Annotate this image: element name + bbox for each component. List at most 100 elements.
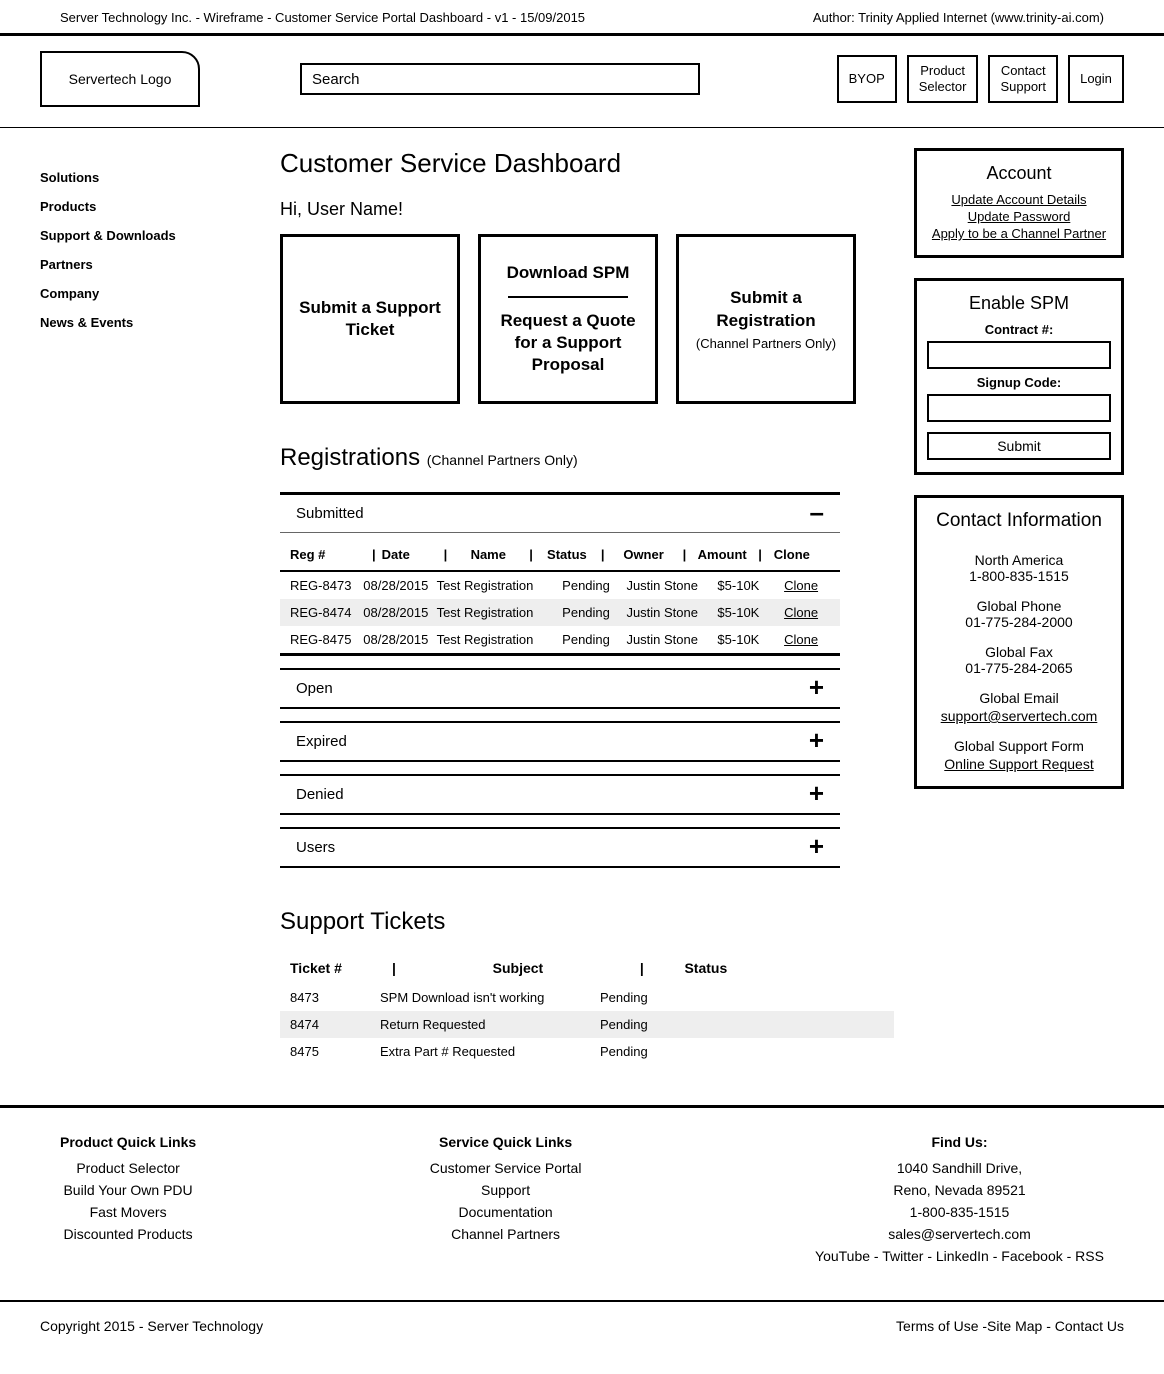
product-selector-button[interactable]: Product Selector: [907, 55, 979, 102]
login-button[interactable]: Login: [1068, 55, 1124, 102]
expired-header[interactable]: Expired+: [280, 723, 840, 760]
address-phone: 1-800-835-1515: [815, 1204, 1104, 1220]
download-spm-label: Download SPM: [507, 262, 630, 284]
greeting: Hi, User Name!: [280, 199, 894, 220]
contact-fax: 01-775-284-2065: [927, 660, 1111, 676]
footer-link[interactable]: Channel Partners: [430, 1226, 582, 1242]
sidebar-item-partners[interactable]: Partners: [40, 257, 280, 272]
contact-global-phone-label: Global Phone: [927, 598, 1111, 614]
apply-partner-link[interactable]: Apply to be a Channel Partner: [927, 226, 1111, 241]
footer-link[interactable]: Product Selector: [60, 1160, 196, 1176]
contact-info-title: Contact Information: [927, 510, 1111, 532]
tickets-title: Support Tickets: [280, 908, 894, 936]
copyright: Copyright 2015 - Server Technology: [40, 1318, 263, 1334]
users-header[interactable]: Users+: [280, 829, 840, 866]
sidebar: Solutions Products Support & Downloads P…: [40, 148, 280, 1065]
footer-link[interactable]: Build Your Own PDU: [60, 1182, 196, 1198]
contact-email[interactable]: support@servertech.com: [927, 708, 1111, 724]
minus-icon: –: [810, 505, 824, 522]
enable-spm-panel: Enable SPM Contract #: Signup Code: Subm…: [914, 278, 1124, 475]
registrations-subtitle: (Channel Partners Only): [427, 452, 578, 468]
footer-link[interactable]: Customer Service Portal: [430, 1160, 582, 1176]
plus-icon: +: [809, 786, 824, 803]
contact-form-label: Global Support Form: [927, 738, 1111, 754]
contact-na: North America: [927, 552, 1111, 568]
contact-fax-label: Global Fax: [927, 644, 1111, 660]
update-account-link[interactable]: Update Account Details: [927, 192, 1111, 207]
logo[interactable]: Servertech Logo: [40, 51, 200, 107]
submit-button[interactable]: Submit: [927, 432, 1111, 460]
submit-registration-card[interactable]: Submit a Registration (Channel Partners …: [676, 234, 856, 404]
contact-support-button[interactable]: Contact Support: [988, 55, 1058, 102]
contract-label: Contract #:: [927, 322, 1111, 337]
contact-form-link[interactable]: Online Support Request: [927, 756, 1111, 772]
code-input[interactable]: [927, 394, 1111, 422]
service-quick-links-title: Service Quick Links: [430, 1134, 582, 1150]
table-row: REG-8474 08/28/2015 Test Registration Pe…: [280, 599, 840, 626]
contact-info-panel: Contact Information North America 1-800-…: [914, 495, 1124, 789]
table-row: 8475 Extra Part # Requested Pending: [280, 1038, 894, 1065]
submitted-label: Submitted: [296, 505, 364, 522]
contact-global-phone: 01-775-284-2000: [927, 614, 1111, 630]
th-owner: Owner: [611, 547, 677, 562]
th-date: Date: [382, 547, 438, 562]
product-quick-links-title: Product Quick Links: [60, 1134, 196, 1150]
request-quote-label: Request a Quote for a Support Proposal: [491, 310, 645, 376]
submit-reg-sub: (Channel Partners Only): [696, 336, 836, 351]
download-quote-card[interactable]: Download SPM Request a Quote for a Suppo…: [478, 234, 658, 404]
bottom-links[interactable]: Terms of Use -Site Map - Contact Us: [896, 1318, 1124, 1334]
clone-link[interactable]: Clone: [772, 578, 830, 593]
address-line: 1040 Sandhill Drive,: [815, 1160, 1104, 1176]
contact-email-label: Global Email: [927, 690, 1111, 706]
sidebar-item-company[interactable]: Company: [40, 286, 280, 301]
table-row: REG-8475 08/28/2015 Test Registration Pe…: [280, 626, 840, 653]
find-us-title: Find Us:: [815, 1134, 1104, 1150]
enable-spm-title: Enable SPM: [927, 293, 1111, 314]
sidebar-item-products[interactable]: Products: [40, 199, 280, 214]
th-reg: Reg #: [290, 547, 366, 562]
th-status: Status: [656, 960, 756, 976]
plus-icon: +: [809, 680, 824, 697]
social-links[interactable]: YouTube - Twitter - LinkedIn - Facebook …: [815, 1248, 1104, 1264]
th-name: Name: [453, 547, 523, 562]
footer-link[interactable]: Documentation: [430, 1204, 582, 1220]
address-email[interactable]: sales@servertech.com: [815, 1226, 1104, 1242]
th-subject: Subject: [408, 960, 628, 976]
table-row: 8473 SPM Download isn't working Pending: [280, 984, 894, 1011]
update-password-link[interactable]: Update Password: [927, 209, 1111, 224]
sidebar-item-news[interactable]: News & Events: [40, 315, 280, 330]
plus-icon: +: [809, 839, 824, 856]
clone-link[interactable]: Clone: [772, 605, 830, 620]
th-amount: Amount: [692, 547, 752, 562]
account-panel: Account Update Account Details Update Pa…: [914, 148, 1124, 258]
table-row: 8474 Return Requested Pending: [280, 1011, 894, 1038]
search-input[interactable]: Search: [300, 63, 700, 95]
clone-link[interactable]: Clone: [772, 632, 830, 647]
open-header[interactable]: Open+: [280, 670, 840, 707]
footer-link[interactable]: Discounted Products: [60, 1226, 196, 1242]
th-status: Status: [539, 547, 595, 562]
denied-header[interactable]: Denied+: [280, 776, 840, 813]
submitted-header[interactable]: Submitted –: [280, 495, 840, 533]
footer-link[interactable]: Fast Movers: [60, 1204, 196, 1220]
sidebar-item-solutions[interactable]: Solutions: [40, 170, 280, 185]
registrations-title: Registrations: [280, 444, 420, 471]
contract-input[interactable]: [927, 341, 1111, 369]
th-clone: Clone: [768, 547, 816, 562]
sidebar-item-support[interactable]: Support & Downloads: [40, 228, 280, 243]
account-title: Account: [927, 163, 1111, 184]
address-line: Reno, Nevada 89521: [815, 1182, 1104, 1198]
submit-ticket-label: Submit a Support Ticket: [293, 297, 447, 341]
submit-ticket-card[interactable]: Submit a Support Ticket: [280, 234, 460, 404]
code-label: Signup Code:: [927, 375, 1111, 390]
table-row: REG-8473 08/28/2015 Test Registration Pe…: [280, 572, 840, 599]
meta-right: Author: Trinity Applied Internet (www.tr…: [813, 10, 1104, 25]
submit-reg-label: Submit a Registration: [689, 287, 843, 331]
page-title: Customer Service Dashboard: [280, 148, 894, 179]
plus-icon: +: [809, 733, 824, 750]
th-ticket: Ticket #: [290, 960, 380, 976]
meta-left: Server Technology Inc. - Wireframe - Cus…: [60, 10, 585, 25]
footer-link[interactable]: Support: [430, 1182, 582, 1198]
byop-button[interactable]: BYOP: [837, 55, 897, 102]
contact-na-phone: 1-800-835-1515: [927, 568, 1111, 584]
